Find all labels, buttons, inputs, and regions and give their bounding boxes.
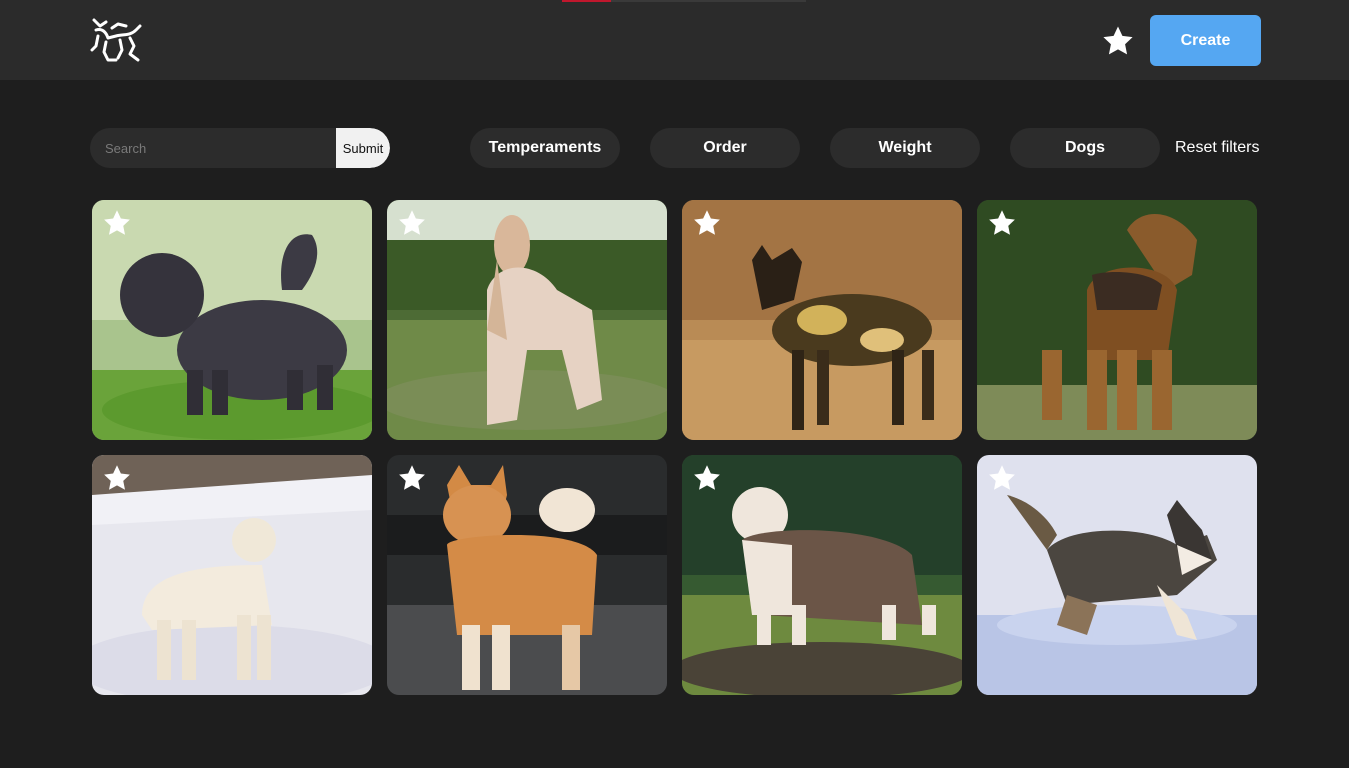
reset-filters-button[interactable]: Reset filters: [1175, 138, 1259, 158]
favorite-star-icon[interactable]: [692, 463, 722, 493]
dog-card[interactable]: [682, 455, 962, 695]
favorite-star-icon[interactable]: [102, 208, 132, 238]
top-navbar: Create: [0, 0, 1349, 80]
alapaha-bulldog-photo: [682, 455, 962, 695]
akita-photo: [387, 455, 667, 695]
affenpinscher-photo: [92, 200, 372, 440]
airedale-terrier-photo: [977, 200, 1257, 440]
favorite-star-icon[interactable]: [692, 208, 722, 238]
temperaments-filter-button[interactable]: Temperaments: [470, 128, 620, 168]
alaskan-husky-photo: [977, 455, 1257, 695]
weight-filter-button[interactable]: Weight: [830, 128, 980, 168]
favorite-star-icon[interactable]: [397, 208, 427, 238]
afghan-hound-photo: [387, 200, 667, 440]
african-hunting-dog-photo: [682, 200, 962, 440]
akbash-dog-photo: [92, 455, 372, 695]
order-filter-button[interactable]: Order: [650, 128, 800, 168]
favorite-star-icon[interactable]: [987, 463, 1017, 493]
dog-card[interactable]: [977, 200, 1257, 440]
create-button[interactable]: Create: [1150, 15, 1261, 66]
dog-card[interactable]: [682, 200, 962, 440]
dog-card[interactable]: [387, 455, 667, 695]
loading-bar: [562, 0, 806, 2]
search-input[interactable]: [90, 128, 336, 168]
dog-card[interactable]: [977, 455, 1257, 695]
animal-logo-icon[interactable]: [90, 16, 144, 64]
dog-card[interactable]: [92, 200, 372, 440]
favorite-star-icon[interactable]: [102, 463, 132, 493]
search-box: Submit: [90, 128, 390, 168]
favorite-star-icon[interactable]: [397, 463, 427, 493]
submit-button[interactable]: Submit: [336, 128, 390, 168]
loading-bar-fill: [562, 0, 611, 2]
dog-card[interactable]: [92, 455, 372, 695]
favorite-star-icon[interactable]: [987, 208, 1017, 238]
dog-card[interactable]: [387, 200, 667, 440]
favorites-star-icon[interactable]: [1101, 24, 1135, 58]
dogs-filter-button[interactable]: Dogs: [1010, 128, 1160, 168]
